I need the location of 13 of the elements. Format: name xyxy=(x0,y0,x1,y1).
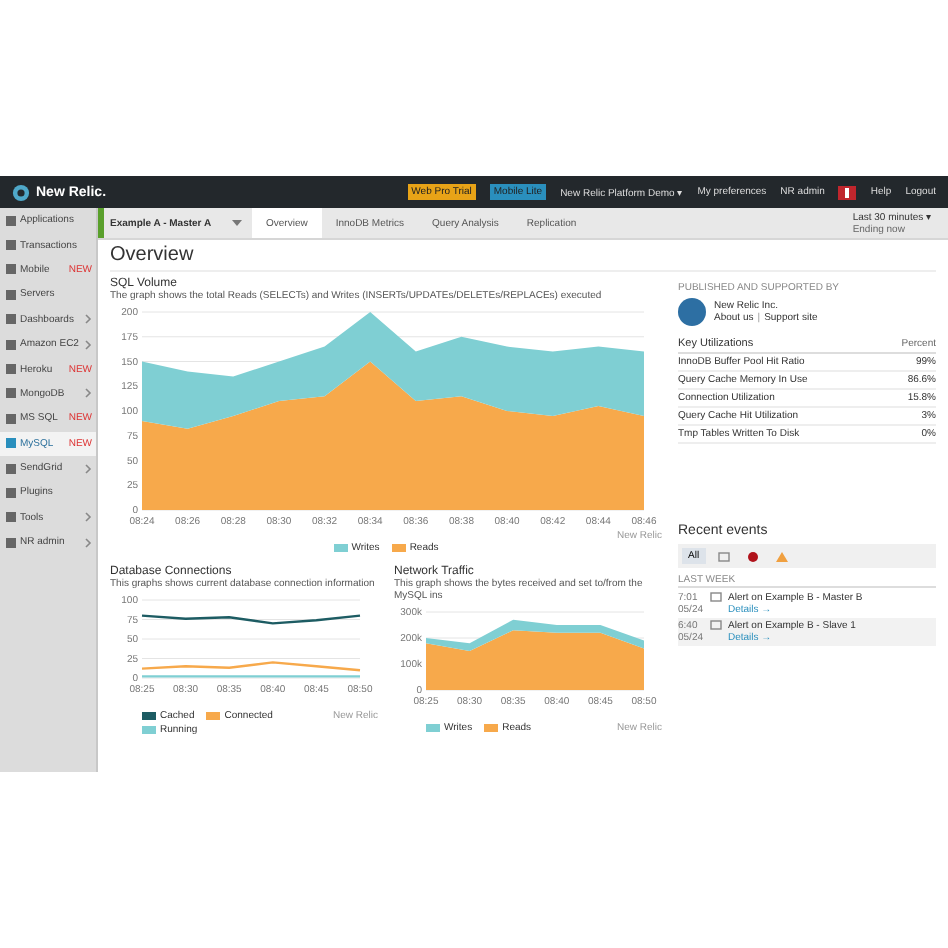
logo-icon xyxy=(12,183,30,201)
message-icon xyxy=(710,620,722,630)
chevron-icon xyxy=(84,388,92,399)
flag-icon[interactable] xyxy=(838,185,857,199)
chevron-icon xyxy=(84,512,92,523)
chevron-icon xyxy=(84,463,92,474)
caret-icon xyxy=(232,220,242,226)
message-icon xyxy=(710,592,722,602)
chevron-icon xyxy=(84,314,92,325)
page-title: Overview xyxy=(110,244,936,272)
company-logo-icon xyxy=(678,298,706,326)
chevron-icon xyxy=(84,537,92,548)
chevron-icon xyxy=(84,339,92,350)
